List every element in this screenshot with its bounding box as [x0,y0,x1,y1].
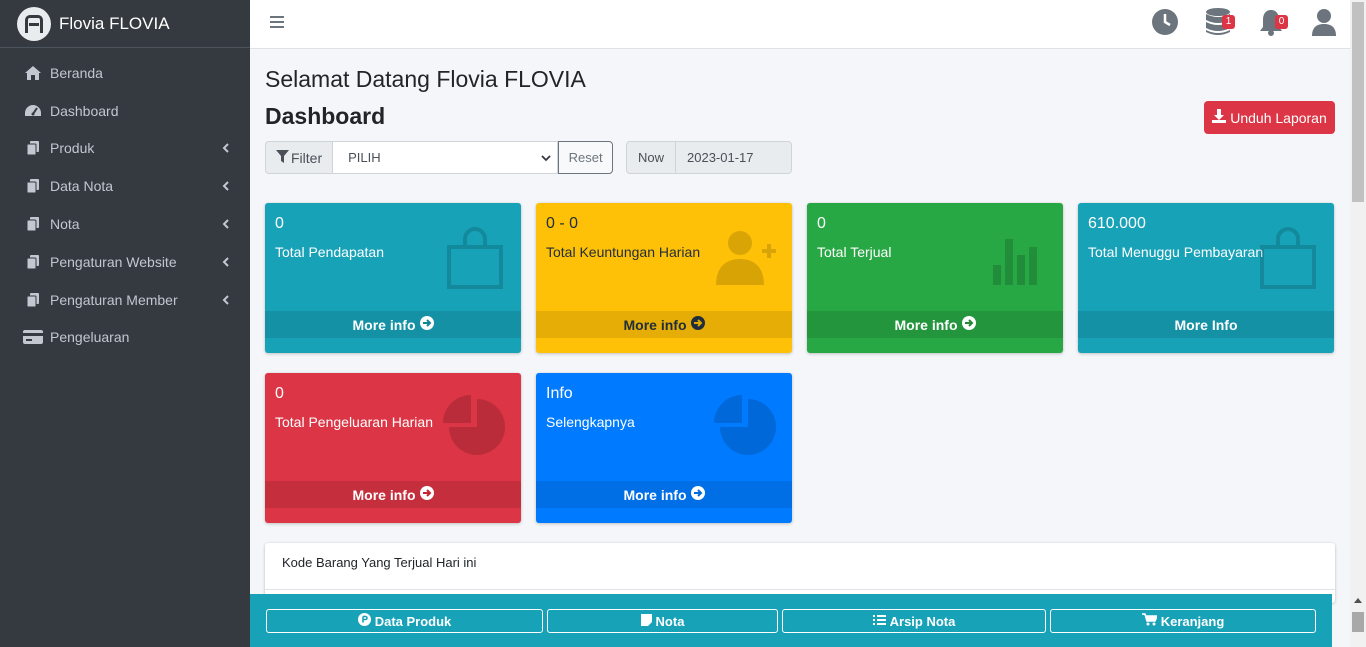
sidebar-item-pengaturan-website[interactable]: Pengaturan Website [0,243,250,281]
bar-chart-icon [985,225,1049,289]
content-wrapper: Selamat Datang Flovia FLOVIA Dashboard U… [250,49,1350,647]
more-info-link[interactable]: More info [807,311,1063,338]
box-total-terjual: 0 Total Terjual More info [807,203,1063,353]
sidebar-item-nota[interactable]: Nota [0,205,250,243]
top-navbar: 1 0 [250,0,1350,49]
card-divider [265,589,1335,590]
sidebar-item-dashboard[interactable]: Dashboard [0,92,250,130]
cart-icon [1141,613,1158,629]
copy-icon [23,140,43,156]
sidebar-item-produk[interactable]: Produk [0,130,250,168]
sidebar-nav: Beranda Dashboard Produk Data Nota Nota … [0,48,250,356]
reset-button[interactable]: Reset [558,141,614,174]
arrow-circle-right-icon [690,486,705,503]
home-icon [23,65,43,81]
date-field: 2023-01-17 [676,141,792,174]
bottom-action-bar: Data Produk Nota Arsip Nota Keranjang [250,594,1332,647]
arsip-nota-button[interactable]: Arsip Nota [782,609,1046,633]
user-plus-icon [714,225,778,289]
sidebar-item-data-nota[interactable]: Data Nota [0,167,250,205]
box-total-menunggu-pembayaran: 610.000 Total Menuggu Pembayaran More In… [1078,203,1334,353]
copy-icon [23,254,43,270]
copy-icon [23,216,43,232]
page-title: Dashboard [265,103,386,129]
arrow-circle-right-icon [690,316,705,333]
database-badge: 1 [1222,15,1235,29]
nota-button[interactable]: Nota [547,609,778,633]
scroll-up-arrow-icon[interactable] [1354,598,1362,603]
download-icon [1212,109,1227,126]
box-total-pendapatan: 0 Total Pendapatan More info [265,203,521,353]
clock-icon [1151,8,1179,41]
page-scrollbar[interactable] [1350,0,1366,647]
filter-icon [276,149,289,166]
shopping-bag-icon [1256,225,1320,289]
sidebar-item-beranda[interactable]: Beranda [0,54,250,92]
filter-label: Filter [265,141,334,174]
keranjang-button[interactable]: Keranjang [1050,609,1316,633]
arrow-circle-right-icon [961,316,976,333]
more-info-link[interactable]: More info [265,311,521,338]
copy-icon [23,178,43,194]
list-icon [872,614,886,629]
more-info-link[interactable]: More info [536,311,792,338]
arrow-circle-right-icon [419,316,434,333]
navbar-right: 1 0 [1138,0,1350,49]
date-group: Now 2023-01-17 [626,141,792,174]
chevron-left-icon [220,219,230,229]
brand-name: Flovia FLOVIA [59,13,170,33]
more-info-link[interactable]: More Info [1078,311,1334,338]
pie-chart-icon [714,395,778,459]
filter-select[interactable]: PILIH [333,141,559,174]
tachometer-icon [23,103,43,119]
product-hunt-icon [357,613,371,629]
more-info-link[interactable]: More info [536,481,792,508]
inner-scrollbar-thumb[interactable] [1352,612,1364,632]
sidebar-item-pengeluaran[interactable]: Pengeluaran [0,319,250,357]
arrow-circle-right-icon [419,486,434,503]
hamburger-menu-icon[interactable] [270,15,284,29]
shopping-bag-icon [443,225,507,289]
brand-logo [17,6,51,41]
chevron-down-icon [541,150,551,165]
data-produk-button[interactable]: Data Produk [266,609,543,633]
box-info: Info Selengkapnya More info [536,373,792,523]
scrollbar-thumb[interactable] [1352,2,1364,202]
brand-link[interactable]: Flovia FLOVIA [0,0,250,48]
clock-button[interactable] [1138,0,1191,49]
chevron-left-icon [220,257,230,267]
pie-chart-icon [443,395,507,459]
more-info-link[interactable]: More info [265,481,521,508]
copy-icon [23,292,43,308]
database-button[interactable]: 1 [1191,0,1244,49]
filter-group: Filter PILIH Reset [265,141,614,174]
chevron-left-icon [220,294,230,305]
user-icon [1311,8,1337,41]
download-report-button[interactable]: Unduh Laporan [1204,101,1335,134]
box-total-pengeluaran-harian: 0 Total Pengeluaran Harian More info [265,373,521,523]
chevron-left-icon [220,143,230,154]
box-total-keuntungan-harian: 0 - 0 Total Keuntungan Harian More info [536,203,792,353]
welcome-greeting: Selamat Datang Flovia FLOVIA [265,66,586,92]
sidebar-item-pengaturan-member[interactable]: Pengaturan Member [0,281,250,319]
now-label: Now [626,141,676,174]
chevron-left-icon [220,181,230,191]
notifications-badge: 0 [1275,15,1288,29]
sidebar: Flovia FLOVIA Beranda Dashboard Produk D… [0,0,250,647]
notifications-button[interactable]: 0 [1244,0,1297,49]
user-menu-button[interactable] [1297,0,1350,49]
card-title: Kode Barang Yang Terjual Hari ini [282,555,477,570]
sticky-note-icon [640,613,652,629]
credit-card-icon [23,329,43,345]
